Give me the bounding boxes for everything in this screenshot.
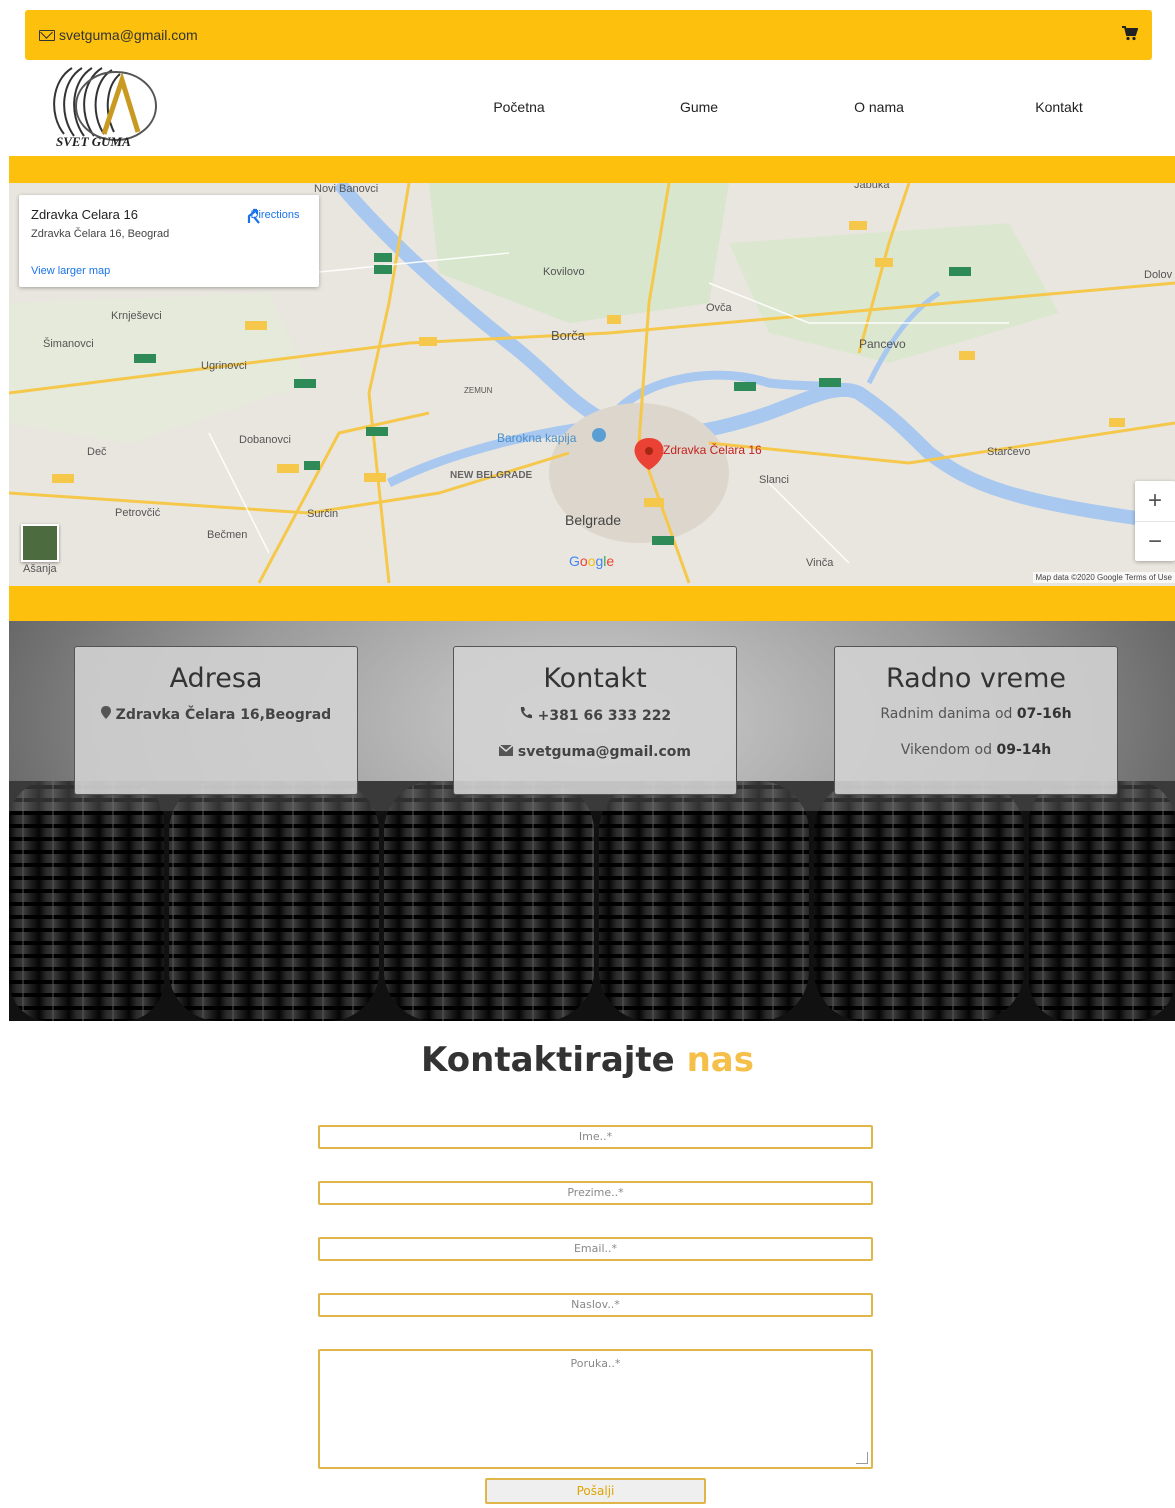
phone-line[interactable]: +381 66 333 222 [454,706,736,724]
place-borca: Borča [551,328,585,343]
phone-icon [519,707,538,724]
address-card: Adresa Zdravka Čelara 16,Beograd [74,646,358,795]
place-surcin: Surčin [307,508,339,520]
place-ugrinovci: Ugrinovci [201,360,247,372]
zoom-control: + − [1135,481,1175,561]
place-new-belgrade: NEW BELGRADE [450,470,533,481]
place-novi-banovci: Novi Banovci [314,183,379,195]
topbar-email-text[interactable]: svetguma@gmail.com [59,27,198,43]
contact-card: Kontakt +381 66 333 222 svetguma@gmail.c… [453,646,737,795]
map-place-card: Zdravka Celara 16 Zdravka Čelara 16, Beo… [19,195,319,287]
message-textarea[interactable]: Poruka..* [318,1349,873,1469]
satellite-toggle[interactable] [21,524,59,562]
envelope-icon [498,744,518,760]
map-card-title: Zdravka Celara 16 [31,207,138,222]
header: SVET GUMA Početna Gume O nama Kontakt [9,60,1175,156]
address-line: Zdravka Čelara 16,Beograd [75,706,357,723]
nav-pocetna[interactable]: Početna [429,99,609,115]
email-text[interactable]: svetguma@gmail.com [518,744,691,760]
place-slanci: Slanci [759,474,789,486]
map-marker-icon [100,706,116,723]
place-starcevo: Starčevo [987,446,1031,458]
yellow-divider-top [9,156,1175,183]
nav-o-nama[interactable]: O nama [789,99,969,115]
zoom-in-button[interactable]: + [1135,481,1175,521]
map-card-address: Zdravka Čelara 16, Beograd [31,228,170,240]
place-simanovci: Šimanovci [43,338,94,350]
place-ovca: Ovča [706,302,732,314]
last-name-input[interactable]: Prezime..* [318,1181,873,1205]
place-kovilovo: Kovilovo [543,266,585,278]
map-attribution[interactable]: Map data ©2020 Google Terms of Use [1032,572,1175,583]
logo[interactable]: SVET GUMA [34,62,174,149]
place-krnjesevci: Krnješevci [111,310,162,322]
place-zemun: ZEMUN [464,386,493,395]
yellow-divider-bottom [9,586,1175,621]
nav-kontakt[interactable]: Kontakt [969,99,1149,115]
address-card-title: Adresa [169,663,263,694]
logo-text: SVET GUMA [56,134,131,148]
place-dec: Deč [87,446,107,458]
info-section: Adresa Zdravka Čelara 16,Beograd Kontakt… [9,621,1175,1021]
map-pin-label: Zdravka Čelara 16 [663,443,762,457]
place-dolovo: Dolov [1144,269,1173,281]
weekend-hours: Vikendom od 09-14h [900,742,1052,758]
place-asanja: Ašanja [23,563,57,575]
place-vinca: Vinča [806,557,834,569]
cart-icon[interactable] [1122,25,1139,45]
envelope-icon [39,29,55,41]
place-dobanovci: Dobanovci [239,434,291,446]
contact-card-title: Kontakt [543,663,647,694]
place-petrovcic: Petrovčić [115,507,161,519]
top-bar: svetguma@gmail.com [25,10,1152,60]
directions-button[interactable]: Directions [245,207,305,224]
place-barokna-kapija: Barokna kapija [497,431,577,445]
address-text: Zdravka Čelara 16,Beograd [115,707,332,723]
phone-text[interactable]: +381 66 333 222 [538,708,672,724]
main-nav: Početna Gume O nama Kontakt [429,99,1149,115]
email-line[interactable]: svetguma@gmail.com [454,744,736,760]
view-larger-map-link[interactable]: View larger map [31,265,110,277]
resize-grip-icon[interactable] [856,1452,868,1464]
place-belgrade: Belgrade [565,512,622,528]
zoom-out-button[interactable]: − [1135,521,1175,561]
google-logo: Google [569,553,615,569]
tires-background [9,781,1175,1021]
first-name-input[interactable]: Ime..* [318,1125,873,1149]
weekday-hours: Radnim danima od 07-16h [880,706,1072,722]
subject-input[interactable]: Naslov..* [318,1293,873,1317]
hours-card-title: Radno vreme [885,663,1067,694]
place-jabuka: Jabuka [854,183,890,191]
hours-card: Radno vreme Radnim danima od 07-16h Vike… [834,646,1118,795]
email-input[interactable]: Email..* [318,1237,873,1261]
topbar-email[interactable]: svetguma@gmail.com [39,27,198,43]
contact-form-title: Kontaktirajte nas [421,1040,754,1080]
nav-gume[interactable]: Gume [609,99,789,115]
google-map[interactable]: Novi Banovci Jabuka Kovilovo Dolov Krnje… [9,183,1175,586]
message-placeholder: Poruka..* [570,1357,621,1370]
place-pancevo: Pancevo [859,337,906,351]
submit-button[interactable]: Pošalji [485,1478,706,1504]
place-becmen: Bečmen [207,529,248,541]
